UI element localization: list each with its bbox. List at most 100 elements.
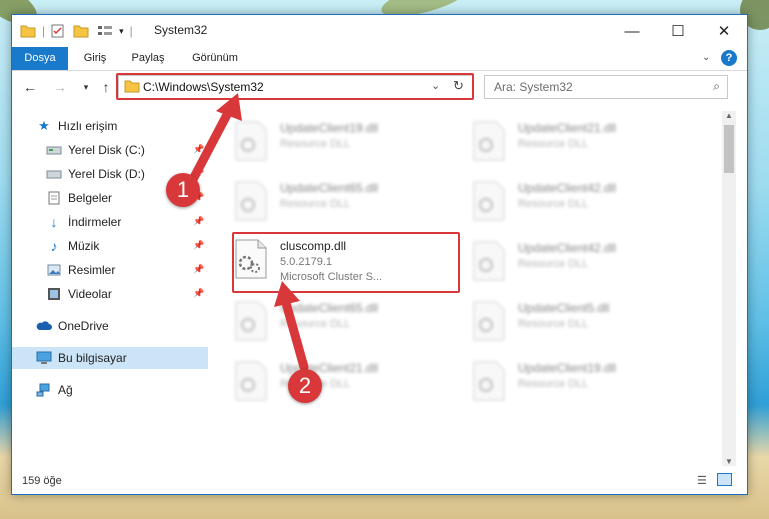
sidebar-item-label: Videolar	[68, 287, 112, 301]
search-box[interactable]: Ara: System32 ⌕	[484, 75, 728, 99]
explorer-window: | ▾ | System32 — ☐ ✕ Dosya Giriş Paylaş …	[11, 14, 748, 495]
file-item[interactable]: UpdateClient19.dll Resource DLL	[472, 353, 702, 405]
file-item[interactable]: UpdateClient42.dll Resource DLL	[472, 233, 702, 285]
quick-access-toolbar: | ▾ |	[20, 22, 139, 40]
back-arrow-icon: ←	[23, 79, 37, 95]
large-icons-view-icon[interactable]	[717, 473, 732, 486]
star-icon: ★	[38, 118, 50, 133]
computer-icon	[36, 350, 52, 366]
pin-icon[interactable]: 📌	[193, 264, 204, 275]
file-description: Resource DLL	[280, 198, 351, 210]
file-item[interactable]: UpdateClient65.dll Resource DLL	[234, 293, 464, 345]
sidebar-item-label: Müzik	[68, 239, 100, 253]
file-description: Resource DLL	[280, 138, 351, 150]
video-icon	[46, 286, 62, 302]
dll-file-icon	[473, 181, 505, 221]
file-description: Resource DLL	[518, 198, 589, 210]
tab-home[interactable]: Giriş	[74, 47, 116, 70]
ribbon: Dosya Giriş Paylaş Görünüm ⌄ ?	[12, 47, 747, 71]
window-title: System32	[154, 23, 208, 37]
sidebar-item-label: Belgeler	[68, 191, 113, 205]
file-description: Resource DLL	[518, 258, 589, 270]
view-options-icon[interactable]	[97, 24, 113, 38]
tab-file[interactable]: Dosya	[12, 47, 68, 70]
file-name: UpdateClient21.dll	[518, 121, 617, 135]
pin-icon[interactable]: 📌	[193, 240, 204, 251]
sidebar-item-label: Ağ	[58, 383, 73, 397]
drive-icon	[46, 142, 62, 158]
dll-file-icon	[235, 301, 267, 341]
tab-share[interactable]: Paylaş	[120, 47, 176, 70]
search-icon: ⌕	[713, 79, 720, 93]
maximize-button[interactable]: ☐	[655, 15, 701, 47]
dll-file-icon	[473, 121, 505, 161]
close-button[interactable]: ✕	[701, 15, 747, 47]
sidebar-item-label: OneDrive	[58, 319, 109, 333]
address-highlight-box	[116, 73, 474, 100]
file-item[interactable]: UpdateClient5.dll Resource DLL	[472, 293, 702, 345]
tab-view[interactable]: Görünüm	[182, 47, 248, 70]
scroll-down-icon[interactable]: ▼	[725, 457, 733, 466]
file-description: Resource DLL	[518, 378, 589, 390]
forward-button[interactable]: →	[50, 77, 70, 97]
sidebar-item-label: Bu bilgisayar	[58, 351, 127, 365]
address-row: ← → ▾ ↑ C:\Windows\System32 ⌄ ↻ Ara: Sys…	[12, 71, 747, 103]
sidebar-item-this-pc[interactable]: Bu bilgisayar	[12, 347, 208, 369]
customize-dropdown-icon[interactable]: ▾	[119, 26, 124, 37]
sidebar-item-label: İndirmeler	[68, 215, 122, 229]
file-name: UpdateClient19.dll	[280, 121, 379, 135]
sidebar-item-label: Yerel Disk (D:)	[68, 167, 145, 181]
network-icon	[36, 382, 52, 398]
status-bar: 159 öğe ☰	[12, 468, 747, 494]
pin-icon[interactable]: 📌	[193, 288, 204, 299]
file-description: Resource DLL	[518, 318, 589, 330]
help-button[interactable]: ?	[721, 50, 737, 66]
details-view-icon[interactable]: ☰	[697, 474, 707, 487]
properties-icon[interactable]	[51, 24, 65, 38]
scroll-thumb[interactable]	[724, 125, 734, 173]
step-badge-2: 2	[288, 369, 322, 403]
sidebar-item-label: Yerel Disk (C:)	[68, 143, 145, 157]
file-name: UpdateClient65.dll	[280, 181, 379, 195]
search-placeholder: Ara: System32	[494, 80, 573, 94]
file-item[interactable]: UpdateClient21.dll Resource DLL	[472, 113, 702, 165]
file-item[interactable]: UpdateClient65.dll Resource DLL	[234, 173, 464, 225]
dll-file-icon	[473, 241, 505, 281]
file-name: UpdateClient5.dll	[518, 301, 610, 315]
file-description: Resource DLL	[518, 138, 589, 150]
drive-icon	[46, 166, 62, 182]
minimize-button[interactable]: —	[609, 15, 655, 47]
up-arrow-icon: ↑	[102, 79, 110, 95]
dll-file-icon	[235, 361, 267, 401]
file-item[interactable]: UpdateClient42.dll Resource DLL	[472, 173, 702, 225]
dll-file-icon	[473, 301, 505, 341]
pin-icon[interactable]: 📌	[193, 216, 204, 227]
title-bar: | ▾ | System32 — ☐ ✕	[12, 15, 747, 47]
annotation-arrow-2	[274, 281, 309, 372]
forward-arrow-icon: →	[53, 79, 67, 95]
scroll-up-icon[interactable]: ▲	[725, 111, 733, 120]
file-name: UpdateClient19.dll	[518, 361, 617, 375]
sidebar-item-label: Hızlı erişim	[58, 119, 118, 133]
sidebar-item-onedrive[interactable]: OneDrive	[36, 315, 232, 337]
sidebar-item-network[interactable]: Ağ	[36, 379, 232, 401]
file-highlight-box	[232, 232, 460, 293]
dll-file-icon	[473, 361, 505, 401]
back-button[interactable]: ←	[20, 77, 40, 97]
file-name: UpdateClient42.dll	[518, 181, 617, 195]
download-icon: ↓	[50, 214, 58, 230]
pictures-icon	[46, 262, 62, 278]
ribbon-expand-icon[interactable]: ⌄	[702, 52, 710, 63]
documents-icon	[46, 190, 62, 206]
step-badge-1: 1	[166, 173, 200, 207]
up-button[interactable]: ↑	[96, 77, 116, 97]
new-folder-icon[interactable]	[73, 24, 89, 38]
file-item[interactable]: UpdateClient19.dll Resource DLL	[234, 113, 464, 165]
cloud-icon	[36, 318, 52, 334]
vertical-scrollbar[interactable]: ▲ ▼	[722, 111, 736, 466]
recent-locations-button[interactable]: ▾	[76, 77, 96, 97]
folder-icon	[20, 25, 36, 38]
file-name: UpdateClient42.dll	[518, 241, 617, 255]
music-icon: ♪	[50, 238, 58, 254]
file-item[interactable]: UpdateClient21.dll Resource DLL	[234, 353, 464, 405]
